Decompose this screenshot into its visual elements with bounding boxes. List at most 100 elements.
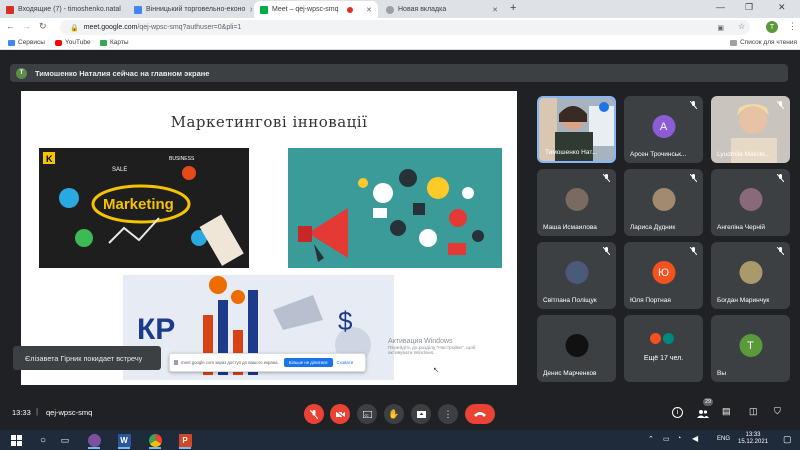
tab-university[interactable]: Вінницький торговельно-еконо ✕ <box>128 1 252 18</box>
bookmark-star-icon[interactable]: ☆ <box>738 22 745 31</box>
network-icon[interactable]: ◔ <box>677 435 681 442</box>
taskbar-app-word[interactable]: W <box>114 431 134 449</box>
participant-avatar-small <box>649 332 662 345</box>
meet-control-bar: 13:33 | qej-wpsc-smq cc ✋ ⋮ i 29 ▤ ◫ ⛉ <box>0 395 800 430</box>
lock-icon: 🔒 <box>70 24 79 32</box>
recording-dot-icon <box>347 6 354 13</box>
present-button[interactable] <box>411 404 431 424</box>
captions-icon: cc <box>362 410 372 418</box>
bookmark-maps[interactable]: Карты <box>100 39 129 46</box>
bookmark-apps[interactable]: Сервисы <box>8 39 45 46</box>
tab-meet[interactable]: Meet – qej-wpsc-smq ✕ <box>254 1 378 18</box>
participant-avatar: Ю <box>652 261 675 284</box>
activities-icon[interactable]: ◫ <box>749 406 758 417</box>
meeting-time: 13:33 <box>12 408 31 417</box>
participant-name: Маша Исмаилова <box>543 224 597 231</box>
close-icon[interactable]: ✕ <box>362 6 372 14</box>
megaphone-image <box>288 148 502 268</box>
participant-photo <box>652 188 675 211</box>
hand-icon: ✋ <box>388 408 400 419</box>
battery-icon[interactable]: ▭ <box>663 435 670 443</box>
search-icon: ○ <box>39 434 47 446</box>
search-button[interactable]: ○ <box>33 431 53 449</box>
reading-list[interactable]: Список для чтения <box>730 39 797 46</box>
marketing-word: Marketing <box>103 196 174 213</box>
participant-tile[interactable]: Лариса Дудник <box>624 169 703 236</box>
more-participants-tile[interactable]: Ещё 17 чел. <box>624 315 703 382</box>
marketing-chalkboard-image: K SALE BUSINESS Marketing <box>39 148 249 268</box>
minimize-icon[interactable]: — <box>716 2 725 12</box>
mouse-cursor-icon: ↖ <box>433 367 439 374</box>
leave-call-button[interactable] <box>465 404 495 424</box>
clock-time: 13:33 <box>745 432 761 438</box>
presenter-avatar: T <box>16 67 27 79</box>
powerpoint-icon: P <box>178 433 192 447</box>
mic-off-icon <box>603 174 610 182</box>
host-controls-icon[interactable]: ⛉ <box>774 406 781 417</box>
menu-icon[interactable]: ⋮ <box>788 21 797 32</box>
participant-tile[interactable]: А Арсен Трочинськ... <box>624 96 703 163</box>
kp-text: КР <box>137 313 176 346</box>
forward-icon[interactable]: → <box>22 21 31 31</box>
participant-photo <box>739 261 762 284</box>
back-icon[interactable]: ← <box>6 21 15 31</box>
self-tile[interactable]: T Вы <box>711 315 790 382</box>
new-tab-button[interactable]: + <box>510 2 516 14</box>
taskbar-app-chrome[interactable] <box>145 431 165 449</box>
camera-toggle-button[interactable] <box>330 404 350 424</box>
taskbar-app-viber[interactable] <box>84 431 104 449</box>
mic-toggle-button[interactable] <box>304 404 324 424</box>
info-icon[interactable]: i <box>672 407 683 418</box>
notifications-icon[interactable]: ▢ <box>783 434 792 445</box>
close-icon[interactable]: ✕ <box>121 6 126 14</box>
camera-permission-icon[interactable]: ▣ <box>717 24 724 32</box>
chrome-icon <box>386 5 394 14</box>
stop-sharing-button[interactable]: Більше не ділитися <box>283 358 333 367</box>
reload-icon[interactable]: ↻ <box>39 21 47 32</box>
volume-icon[interactable]: ◀ <box>692 434 698 443</box>
meeting-code: qej-wpsc-smq <box>46 408 93 417</box>
close-icon[interactable]: ✕ <box>245 6 252 14</box>
participant-tile[interactable]: Lyudmila Malcile... <box>711 96 790 163</box>
participant-tile[interactable]: Світлана Поліщук <box>537 242 616 309</box>
screen-share-popup: meet.google.com зараз доступ до вашого е… <box>169 353 366 372</box>
chat-icon[interactable]: ▤ <box>722 406 731 417</box>
participant-photo <box>739 188 762 211</box>
share-popup-text: meet.google.com зараз доступ до вашого е… <box>181 360 279 365</box>
captions-button[interactable]: cc <box>357 404 377 424</box>
participant-tile[interactable]: Ангеліна Черній <box>711 169 790 236</box>
profile-avatar[interactable]: T <box>766 21 778 33</box>
language-indicator[interactable]: ENG <box>717 436 730 442</box>
apps-grid-icon <box>8 39 15 46</box>
address-bar[interactable]: 🔒 meet.google.com/qej-wpsc-smq?authuser=… <box>60 20 750 35</box>
task-view-button[interactable]: ▭ <box>55 431 75 449</box>
people-button[interactable]: 29 <box>697 398 714 424</box>
participant-name: Ангеліна Черній <box>717 224 766 231</box>
mic-off-icon <box>690 247 697 255</box>
more-vert-icon: ⋮ <box>443 408 453 419</box>
url-path: /qej-wpsc-smq?authuser=0&pli=1 <box>137 24 242 31</box>
tab-label: Вінницький торговельно-еконо <box>146 6 246 13</box>
participant-left-toast: Єлізавета Гірник покидает встречу <box>13 346 161 370</box>
hide-popup-button[interactable]: Сховати <box>337 360 354 365</box>
raise-hand-button[interactable]: ✋ <box>384 404 404 424</box>
tab-gmail[interactable]: Входящие (7) - timoshenko.natal ✕ <box>0 1 126 18</box>
taskbar-app-powerpoint[interactable]: P <box>175 431 195 449</box>
participant-tile[interactable]: Тимошенко Нат... <box>537 96 616 163</box>
more-options-button[interactable]: ⋮ <box>438 404 458 424</box>
tray-chevron-icon[interactable]: ⌃ <box>648 435 654 443</box>
tab-new[interactable]: Новая вкладка ✕ <box>380 1 504 18</box>
window-close-icon[interactable]: ✕ <box>778 2 786 13</box>
participant-tile[interactable]: Маша Исмаилова <box>537 169 616 236</box>
maximize-icon[interactable]: ❐ <box>745 2 753 13</box>
participant-tile[interactable]: Богдан Маринчук <box>711 242 790 309</box>
clock[interactable]: 13:33 15.12.2021 <box>738 432 768 445</box>
start-button[interactable] <box>6 431 26 449</box>
reading-list-label: Список для чтения <box>740 39 797 46</box>
close-icon[interactable]: ✕ <box>488 6 498 14</box>
participant-tile[interactable]: Ю Юля Портная <box>624 242 703 309</box>
bookmark-youtube[interactable]: YouTube <box>55 39 91 46</box>
bookmark-label: Сервисы <box>18 39 45 46</box>
gmail-icon <box>6 5 14 14</box>
participant-tile[interactable]: Денис Марченков <box>537 315 616 382</box>
